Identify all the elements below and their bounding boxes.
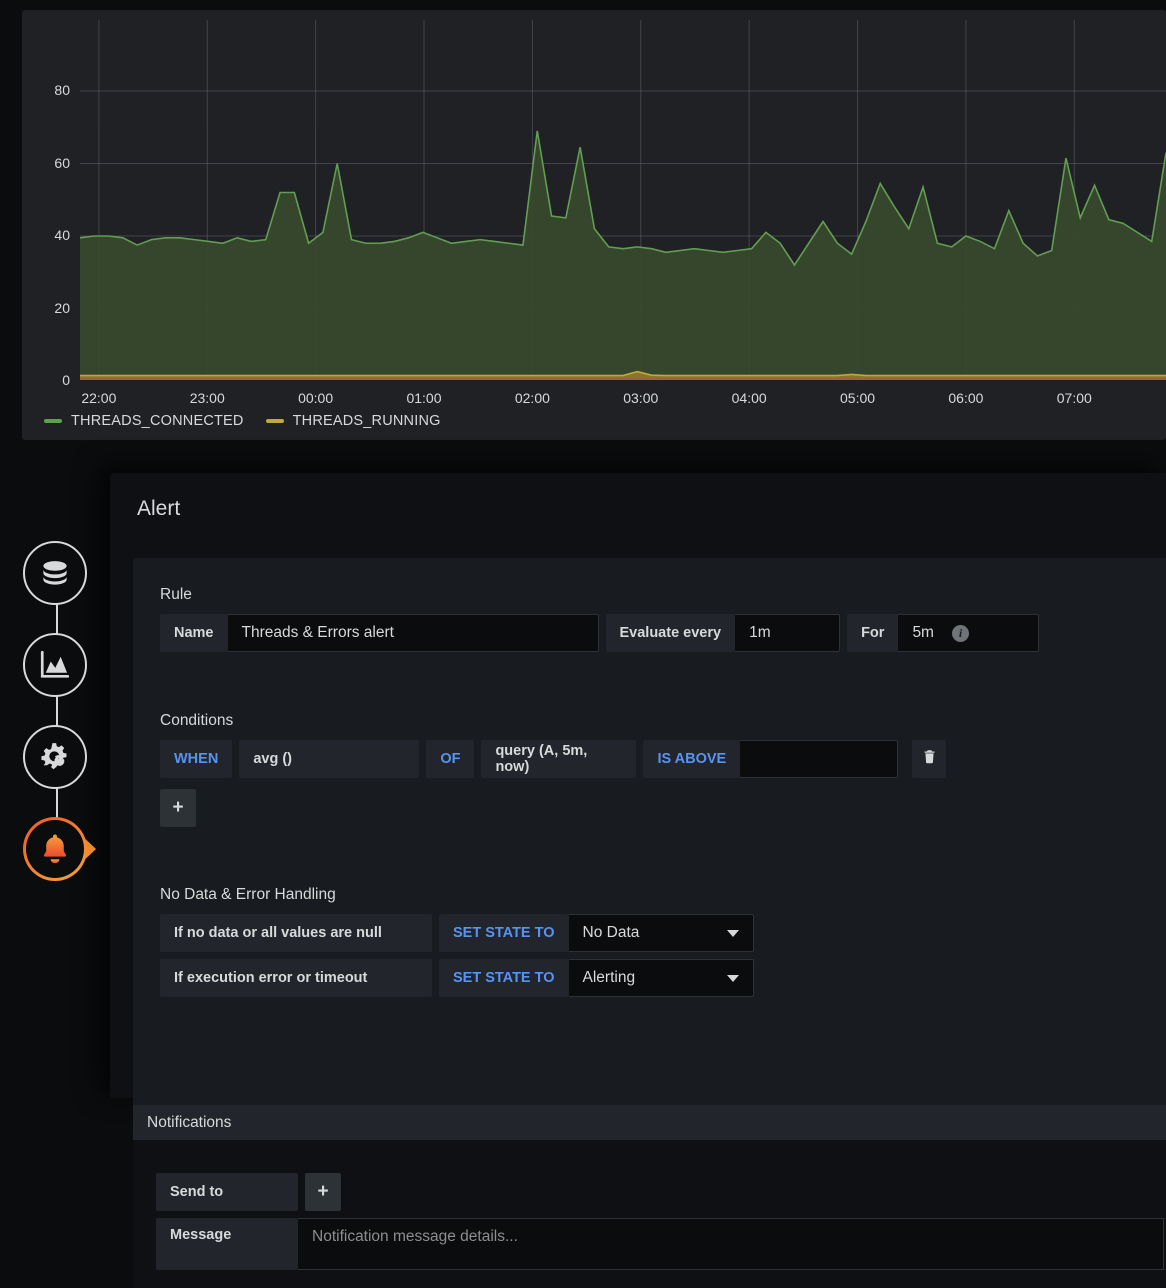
evaluate-every-input[interactable]: 1m [735,614,841,652]
notifications-body: Send to + Message Notification message d… [133,1140,1166,1270]
x-axis-tick-label: 05:00 [840,390,876,406]
for-value: 5m [912,624,934,641]
alert-edit-panel: Alert Rule Name Threads & Errors alert E… [110,473,1166,1288]
condition-evaluator-group: IS ABOVE [643,740,899,778]
chevron-down-icon [726,929,739,937]
condition-row: WHEN avg () OF query (A, 5m, now) IS ABO… [160,740,947,778]
message-label: Message [156,1218,298,1270]
add-condition-button[interactable]: + [160,789,196,827]
y-axis-tick-label: 20 [54,299,70,316]
error-state-select[interactable]: Alerting [568,959,754,997]
y-axis-tick-label: 80 [54,82,70,98]
trash-icon [922,748,937,770]
nodata-error-heading: No Data & Error Handling [160,886,336,903]
rule-name-label: Name [160,614,228,652]
rule-name-input[interactable]: Threads & Errors alert [227,614,599,652]
error-set-state-label: SET STATE TO [439,959,569,997]
chevron-down-icon [726,974,739,982]
graph-legend: THREADS_CONNECTED THREADS_RUNNING [44,413,441,429]
message-textarea[interactable]: Notification message details... [298,1218,1164,1270]
legend-swatch-threads-running [265,419,284,423]
x-axis-tick-label: 01:00 [406,390,442,406]
bell-icon [37,831,73,867]
rule-heading: Rule [160,586,192,603]
legend-swatch-threads-connected [44,419,62,423]
threads-area-chart [79,20,1166,380]
legend-item[interactable]: THREADS_RUNNING [265,413,441,429]
y-axis-tick-label: 0 [62,372,70,388]
info-icon[interactable]: i [951,624,969,642]
for-input[interactable]: 5m i [898,614,1040,652]
condition-when-label[interactable]: WHEN [160,740,233,778]
condition-query-select[interactable]: query (A, 5m, now) [481,740,637,778]
x-axis-tick-label: 03:00 [623,390,659,406]
conditions-heading: Conditions [160,712,234,729]
nodata-label: If no data or all values are null [160,914,432,952]
rule-section: Rule Name Threads & Errors alert Evaluat… [160,586,1040,652]
legend-label-threads-running: THREADS_RUNNING [292,413,441,429]
rule-row: Name Threads & Errors alert Evaluate eve… [160,614,1040,652]
database-icon [38,556,72,590]
legend-item[interactable]: THREADS_CONNECTED [44,413,244,429]
condition-of-label[interactable]: OF [426,740,475,778]
condition-reducer-select[interactable]: avg () [239,740,420,778]
x-axis-tick-label: 04:00 [731,390,767,406]
y-axis-tick-label: 60 [54,154,70,171]
condition-threshold-input[interactable] [740,740,899,778]
error-row: If execution error or timeout SET STATE … [160,959,754,997]
nodata-row: If no data or all values are null SET ST… [160,914,754,952]
error-state-value: Alerting [582,969,636,986]
graph-icon [38,648,72,682]
sidebar-item-visualization[interactable] [22,632,88,698]
error-state-group: SET STATE TO Alerting [439,959,754,997]
x-axis-tick-label: 02:00 [514,390,550,406]
nodata-state-value: No Data [582,924,640,941]
error-label: If execution error or timeout [160,959,432,997]
rule-name-group: Name Threads & Errors alert [160,614,599,652]
nodata-error-section: No Data & Error Handling If no data or a… [160,886,754,997]
evaluate-every-label: Evaluate every [605,614,736,652]
panel-edit-sidebar [22,540,96,908]
legend-label-threads-connected: THREADS_CONNECTED [71,413,244,429]
x-axis-tick-label: 06:00 [948,390,984,406]
sidebar-item-queries[interactable] [22,540,88,606]
gear-wrench-icon [38,740,72,774]
x-axis-tick-label: 07:00 [1056,390,1092,406]
x-axis-tick-label: 22:00 [81,390,117,406]
x-axis-tick-label: 23:00 [189,390,225,406]
conditions-section: Conditions WHEN avg () OF query (A, 5m, … [160,712,947,827]
nodata-state-group: SET STATE TO No Data [439,914,754,952]
notifications-heading: Notifications [133,1105,1166,1140]
nodata-set-state-label: SET STATE TO [439,914,569,952]
condition-evaluator-label[interactable]: IS ABOVE [643,740,741,778]
delete-condition-button[interactable] [912,740,947,778]
notifications-panel: Notifications Send to + Message Notifica… [133,1105,1166,1288]
for-label: For [847,614,899,652]
sidebar-item-alert[interactable] [22,816,96,882]
send-to-row: Send to + [156,1173,1166,1211]
nodata-state-select[interactable]: No Data [568,914,754,952]
y-axis-tick-label: 40 [54,227,70,243]
add-notification-channel-button[interactable]: + [305,1173,341,1211]
evaluate-every-group: Evaluate every 1m [605,614,841,652]
graph-plot-area [22,10,1166,380]
x-axis-tick-label: 00:00 [298,390,334,406]
for-group: For 5m i [847,614,1040,652]
send-to-label: Send to [156,1173,298,1211]
graph-panel: 0 20 40 60 80 22:00 23:00 00:00 01:00 02:00 03:00… [22,10,1166,440]
alert-panel-title: Alert [137,497,181,520]
sidebar-item-general[interactable] [22,724,88,790]
message-row: Message Notification message details... [156,1218,1166,1270]
